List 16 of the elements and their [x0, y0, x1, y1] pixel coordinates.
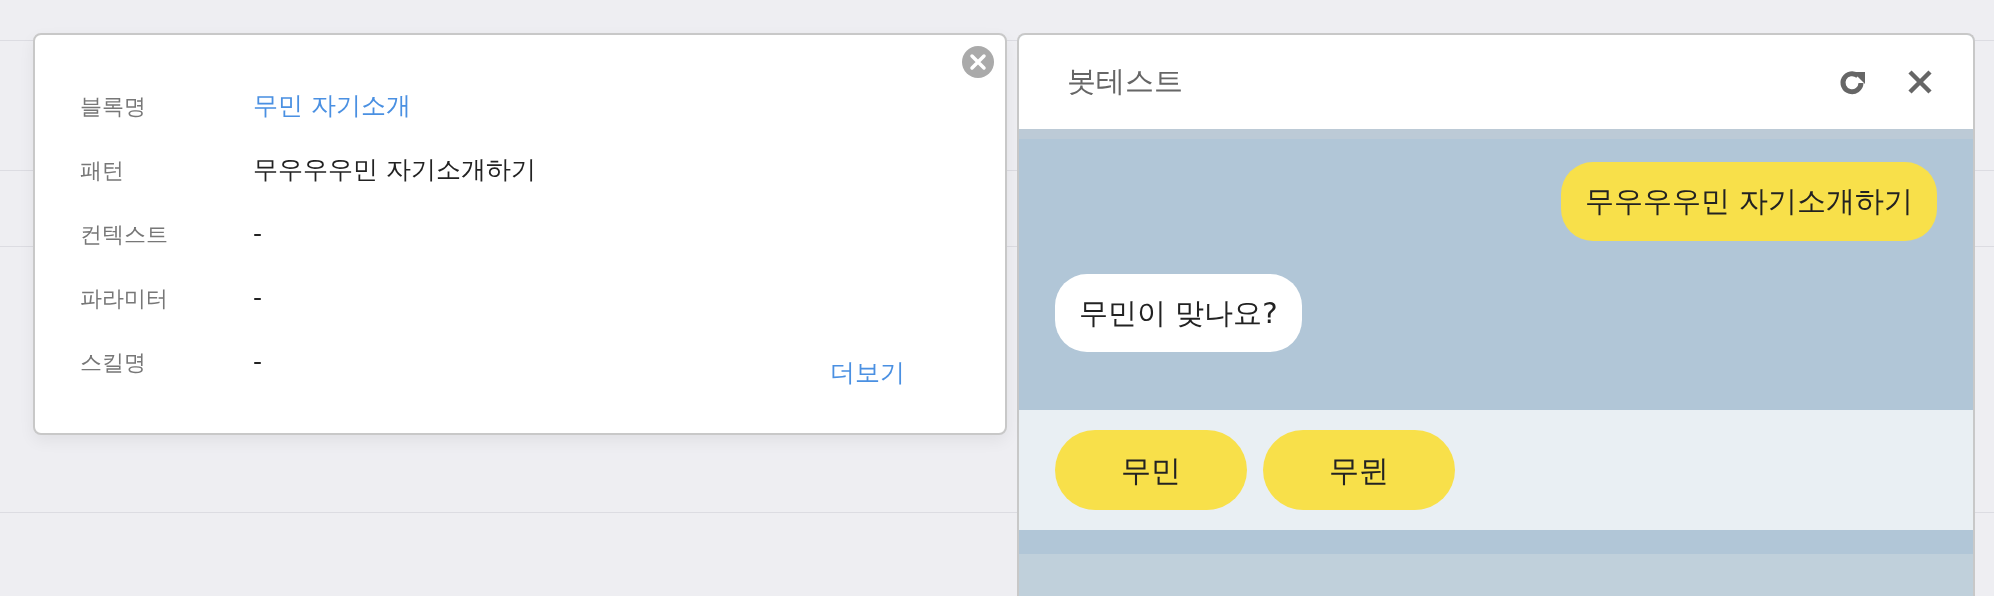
field-value: -	[253, 282, 263, 315]
user-message-bubble: 무우우우민 자기소개하기	[1560, 162, 1937, 241]
field-value: -	[253, 218, 263, 251]
bot-message-bubble: 무민이 맞나요?	[1055, 273, 1302, 353]
close-icon[interactable]	[1907, 69, 1933, 95]
refresh-icon[interactable]	[1839, 68, 1867, 96]
field-label: 블록명	[80, 92, 147, 121]
field-value: -	[253, 346, 263, 379]
quick-reply-button[interactable]: 무뮌	[1263, 430, 1455, 510]
field-value: 무우우우민 자기소개하기	[253, 154, 536, 187]
field-label: 패턴	[80, 156, 125, 185]
quick-reply-button[interactable]: 무민	[1055, 430, 1247, 510]
panel-title: 봇테스트	[1067, 63, 1184, 101]
field-label: 스킬명	[80, 348, 147, 377]
field-label: 파라미터	[80, 284, 169, 313]
field-label: 컨텍스트	[80, 220, 169, 249]
